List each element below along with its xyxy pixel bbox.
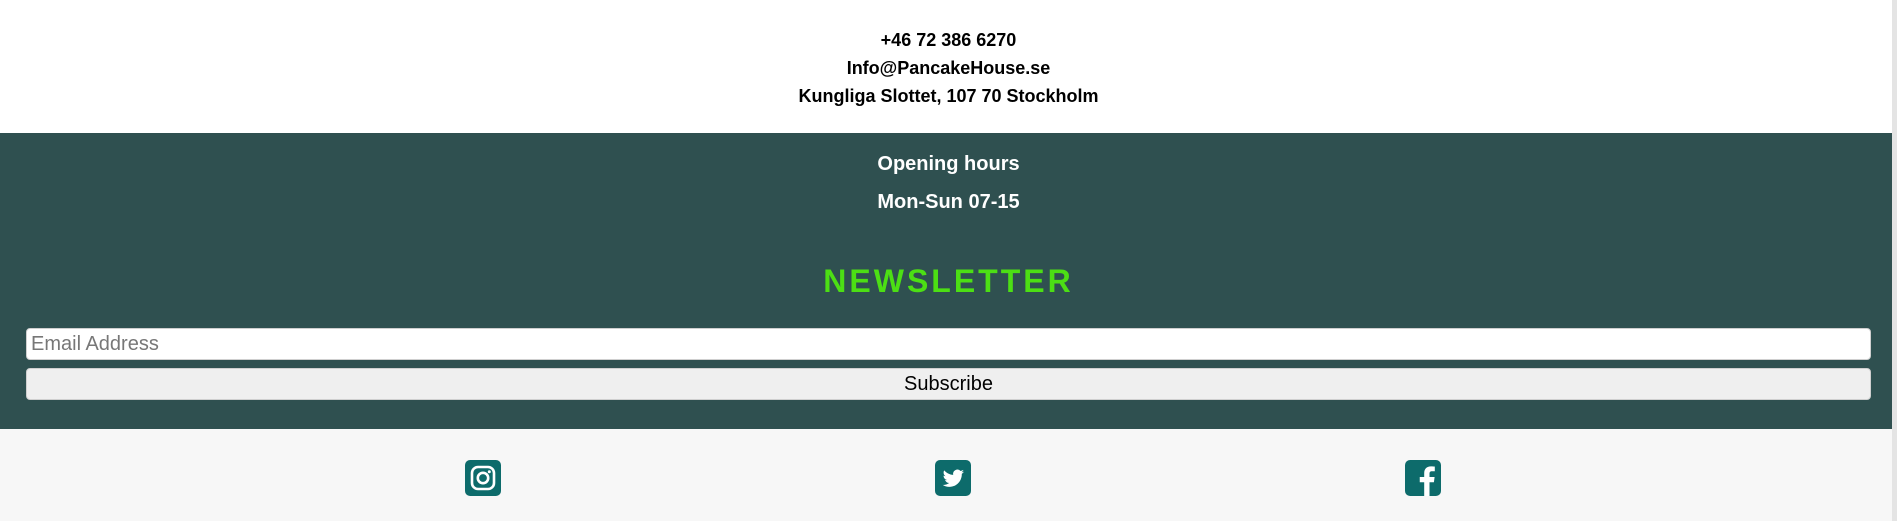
contact-address: Kungliga Slottet, 107 70 Stockholm xyxy=(798,86,1099,106)
contact-phone: +46 72 386 6270 xyxy=(880,30,1017,50)
scrollbar-edge xyxy=(1892,0,1897,521)
footer-page: +46 72 386 6270 Info@PancakeHouse.se Kun… xyxy=(0,0,1897,521)
newsletter-form: Subscribe xyxy=(0,328,1897,400)
social-links xyxy=(0,429,1897,521)
contact-section: +46 72 386 6270 Info@PancakeHouse.se Kun… xyxy=(0,0,1897,133)
opening-hours-value: Mon-Sun 07-15 xyxy=(877,191,1020,213)
instagram-icon xyxy=(465,460,501,496)
newsletter-title: NEWSLETTER xyxy=(823,263,1074,299)
instagram-link[interactable] xyxy=(465,460,501,496)
facebook-icon xyxy=(1405,460,1441,496)
opening-hours-title: Opening hours xyxy=(877,153,1020,175)
email-input[interactable] xyxy=(26,328,1871,360)
newsletter-band: Opening hours Mon-Sun 07-15 NEWSLETTER S… xyxy=(0,133,1897,429)
contact-email: Info@PancakeHouse.se xyxy=(846,58,1051,78)
twitter-icon xyxy=(935,460,971,496)
twitter-link[interactable] xyxy=(935,460,971,496)
subscribe-button[interactable]: Subscribe xyxy=(26,368,1871,400)
facebook-link[interactable] xyxy=(1405,460,1441,496)
